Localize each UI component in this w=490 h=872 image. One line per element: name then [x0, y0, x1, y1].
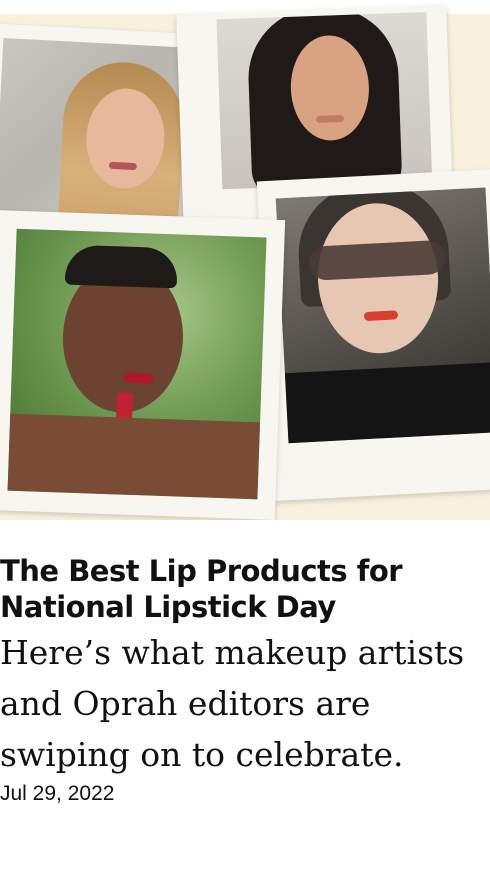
- woman-applying-lipstick-photo: [7, 228, 267, 500]
- article-text: The Best Lip Products for National Lipst…: [0, 553, 470, 806]
- polaroid-4: [256, 168, 490, 502]
- hero-image[interactable]: [0, 0, 490, 520]
- article-subtitle: Here’s what makeup artists and Oprah edi…: [0, 633, 465, 774]
- article-date: Jul 29, 2022: [0, 782, 115, 805]
- dark-hair-woman-photo: [216, 12, 433, 190]
- woman-in-sunglasses-photo: [275, 187, 490, 444]
- article-title[interactable]: The Best Lip Products for National Lipst…: [0, 553, 470, 625]
- polaroid-3: [0, 210, 286, 520]
- lipstick-hair: [64, 244, 179, 289]
- article-card[interactable]: The Best Lip Products for National Lipst…: [0, 0, 490, 872]
- sunglasses: [308, 239, 446, 281]
- blonde-lips: [108, 161, 138, 171]
- shoulders: [7, 413, 261, 500]
- dark-hair-lips: [315, 114, 345, 123]
- sunglasses-lips: [363, 310, 399, 322]
- lipstick-lips: [123, 372, 154, 384]
- black-top: [284, 362, 490, 444]
